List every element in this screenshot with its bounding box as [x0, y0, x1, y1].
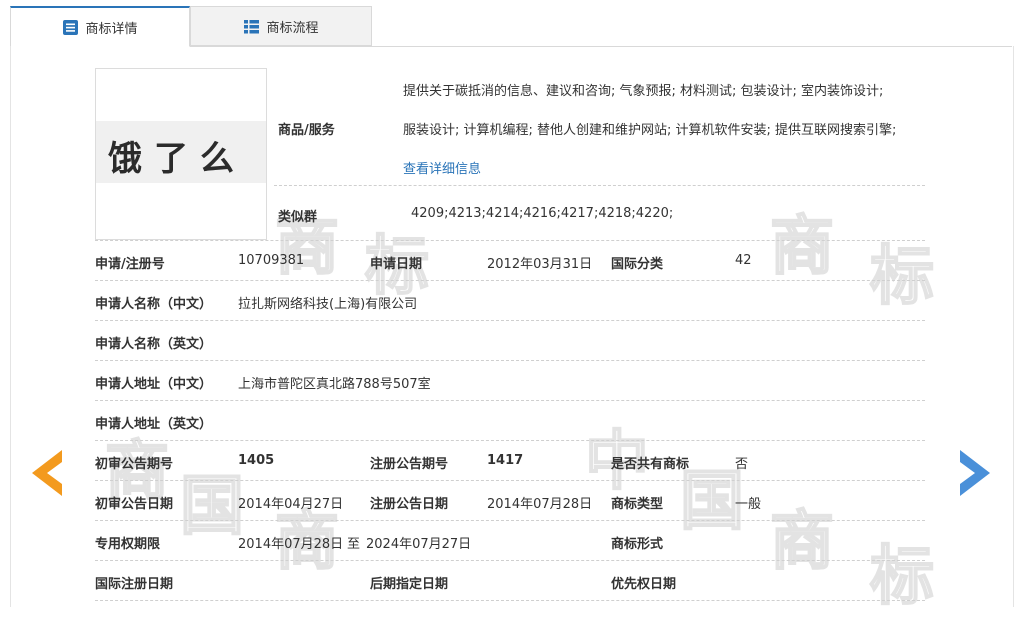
- prelim-date-label: 初审公告日期: [95, 497, 174, 512]
- similar-group-label: 类似群: [278, 210, 318, 225]
- chevron-right-icon: [960, 450, 990, 496]
- address-en-label: 申请人地址（英文）: [95, 417, 213, 432]
- applicant-en-label: 申请人名称（英文）: [95, 337, 213, 352]
- prelim-no-value: 1405: [238, 453, 275, 468]
- applicant-cn-label: 申请人名称（中文）: [95, 297, 213, 312]
- prelim-date-value: 2014年04月27日: [238, 497, 344, 512]
- later-date-label: 后期指定日期: [370, 577, 449, 592]
- reg-pub-no-label: 注册公告期号: [370, 457, 449, 472]
- type-value: 一般: [735, 497, 762, 512]
- chevron-left-icon: [32, 450, 62, 496]
- trademark-image: 饿了么: [95, 68, 267, 240]
- next-arrow-button[interactable]: [958, 448, 992, 502]
- address-cn-value: 上海市普陀区真北路788号507室: [238, 377, 431, 392]
- shared-label: 是否共有商标: [611, 457, 690, 472]
- reg-pub-date-value: 2014年07月28日: [487, 497, 593, 512]
- grid-list-icon: [243, 18, 260, 35]
- intl-class-label: 国际分类: [611, 257, 664, 272]
- tab-bar: 商标详情 商标流程: [10, 6, 1012, 47]
- apply-date-value: 2012年03月31日: [487, 257, 593, 272]
- intl-reg-date-label: 国际注册日期: [95, 577, 174, 592]
- prelim-no-label: 初审公告期号: [95, 457, 174, 472]
- term-separator: 至: [347, 537, 361, 552]
- term-start-value: 2014年07月28日: [238, 537, 344, 552]
- applicant-cn-value: 拉扎斯网络科技(上海)有限公司: [238, 297, 418, 312]
- goods-services-label: 商品/服务: [278, 123, 335, 138]
- intl-class-value: 42: [735, 253, 752, 268]
- tab-label: 商标流程: [266, 20, 319, 36]
- type-label: 商标类型: [611, 497, 664, 512]
- term-end-value: 2024年07月27日: [366, 537, 472, 552]
- tab-trademark-details[interactable]: 商标详情: [10, 6, 190, 47]
- tab-trademark-process[interactable]: 商标流程: [190, 6, 372, 46]
- tab-label: 商标详情: [85, 21, 138, 37]
- reg-no-label: 申请/注册号: [95, 257, 165, 272]
- form-label: 商标形式: [611, 537, 664, 552]
- priority-date-label: 优先权日期: [611, 577, 677, 592]
- term-label: 专用权期限: [95, 537, 161, 552]
- address-cn-label: 申请人地址（中文）: [95, 377, 213, 392]
- apply-date-label: 申请日期: [370, 257, 423, 272]
- reg-no-value: 10709381: [238, 253, 305, 268]
- goods-services-line1: 提供关于碳抵消的信息、建议和咨询; 气象预报; 材料测试; 包装设计; 室内装饰…: [403, 84, 884, 99]
- trademark-logo-text: 饿了么: [108, 139, 246, 179]
- reg-pub-date-label: 注册公告日期: [370, 497, 449, 512]
- reg-pub-no-value: 1417: [487, 453, 524, 468]
- similar-group-value: 4209;4213;4214;4216;4217;4218;4220;: [411, 206, 674, 221]
- prev-arrow-button[interactable]: [30, 448, 64, 502]
- goods-services-line2: 服装设计; 计算机编程; 替他人创建和维护网站; 计算机软件安装; 提供互联网搜…: [403, 123, 897, 138]
- shared-value: 否: [735, 457, 749, 472]
- list-doc-icon: [62, 19, 79, 36]
- view-details-link[interactable]: 查看详细信息: [403, 158, 481, 177]
